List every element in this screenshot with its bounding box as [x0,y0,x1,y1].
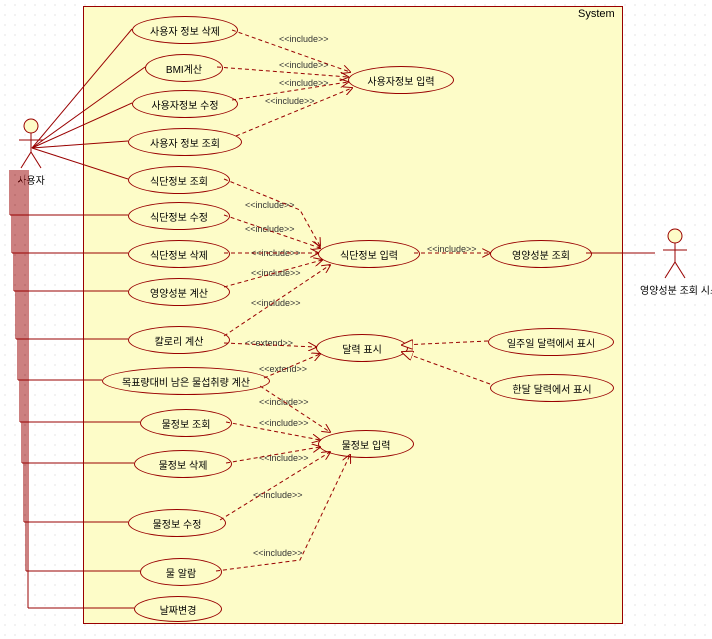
stereo-include-diet-3: <<include>> [250,248,302,258]
usecase-view-water: 물정보 조회 [140,409,232,437]
usecase-month-calendar: 한달 달력에서 표시 [490,374,614,402]
stereo-include-diet-5: <<include>> [250,298,302,308]
usecase-bmi-calc: BMI계산 [145,54,223,82]
usecase-delete-water: 물정보 삭제 [134,450,232,478]
usecase-delete-user: 사용자 정보 삭제 [132,16,238,44]
stereo-include-3: <<include>> [278,78,330,88]
usecase-input-water: 물정보 입력 [318,430,414,458]
usecase-edit-user: 사용자정보 수정 [132,90,238,118]
diagram-canvas: System 사용자 영양성분 조회 시스템 사용자 정보 삭제 BMI계산 사… [0,0,712,639]
actor-nutrition-system: 영양성분 조회 시스템 [640,228,710,297]
usecase-change-date: 날짜변경 [134,596,222,622]
usecase-calendar-show: 달력 표시 [316,334,408,362]
stereo-include-diet-4: <<include>> [250,268,302,278]
usecase-calc-nutrition: 영양성분 계산 [128,278,230,306]
stereo-include-diet-1: <<include>> [244,200,296,210]
stereo-include-water-4: <<include>> [252,490,304,500]
stereo-extend-1: <<extend>> [244,338,294,348]
usecase-edit-water: 물정보 수정 [128,509,226,537]
stereo-extend-2: <<extend>> [258,364,308,374]
system-label: System [578,8,615,20]
usecase-calc-calorie: 칼로리 계산 [128,326,230,354]
usecase-week-calendar: 일주일 달력에서 표시 [488,328,614,356]
usecase-delete-diet: 식단정보 삭제 [128,240,230,268]
usecase-goal-water: 목표량대비 남은 물섭취량 계산 [102,367,270,395]
usecase-view-diet: 식단정보 조회 [128,166,230,194]
stereo-include-water-1: <<include>> [258,397,310,407]
stereo-include-diet-2: <<include>> [244,224,296,234]
stereo-include-2: <<include>> [278,60,330,70]
usecase-view-user: 사용자 정보 조회 [128,128,242,156]
usecase-edit-diet: 식단정보 수정 [128,202,230,230]
actor-user-label: 사용자 [6,172,56,187]
actor-user: 사용자 [6,118,56,187]
stereo-include-4: <<include>> [264,96,316,106]
usecase-water-alarm: 물 알람 [140,558,222,586]
usecase-input-diet: 식단정보 입력 [318,240,420,268]
stereo-include-water-3: <<include>> [258,453,310,463]
usecase-input-user: 사용자정보 입력 [348,66,454,94]
stereo-include-1: <<include>> [278,34,330,44]
usecase-view-nutrition: 영양성분 조회 [490,240,592,268]
stereo-include-water-5: <<include>> [252,548,304,558]
actor-nutrition-system-label: 영양성분 조회 시스템 [640,282,710,297]
stereo-include-water-2: <<include>> [258,418,310,428]
stereo-include-nutrition-view: <<include>> [426,244,478,254]
